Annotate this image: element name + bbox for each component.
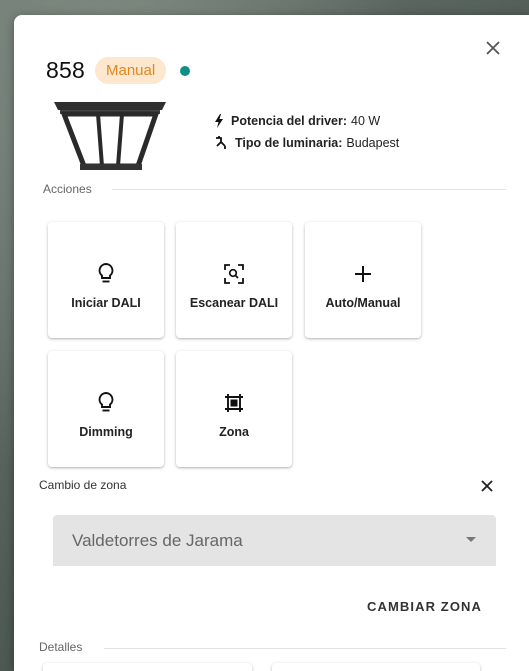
- close-icon[interactable]: [484, 39, 502, 57]
- cambiar-zona-button[interactable]: CAMBIAR ZONA: [367, 599, 482, 614]
- lightbulb-icon: [97, 391, 115, 415]
- spec-driver-power-value: 40 W: [351, 114, 381, 128]
- action-label: Zona: [219, 425, 249, 439]
- status-indicator: [180, 65, 191, 76]
- zone-grid-icon: [224, 391, 244, 415]
- lightbulb-icon: [97, 262, 115, 286]
- action-zona[interactable]: Zona: [176, 351, 292, 467]
- plus-icon: [354, 262, 372, 286]
- bolt-icon: [215, 114, 223, 128]
- action-escanear-dali[interactable]: Escanear DALI: [176, 222, 292, 338]
- luminaire-id: 858: [46, 57, 85, 83]
- zone-select-value: Valdetorres de Jarama: [72, 531, 243, 550]
- action-dimming[interactable]: Dimming: [48, 351, 164, 467]
- actions-section-title: Acciones: [43, 182, 92, 196]
- spec-luminaire-type-value: Budapest: [346, 136, 400, 150]
- mode-badge: Manual: [94, 57, 167, 84]
- luminaire-detail-panel: 858 Manual Potencia del driver: 40 W Tip…: [14, 15, 529, 671]
- action-label: Dimming: [79, 425, 133, 439]
- panel-header: 858 Manual: [46, 57, 191, 84]
- zone-select[interactable]: Valdetorres de Jarama: [53, 515, 496, 566]
- action-label: Escanear DALI: [189, 296, 279, 310]
- actions-divider: [112, 189, 506, 190]
- spec-list: Potencia del driver: 40 W Tipo de lumina…: [214, 110, 399, 154]
- spec-driver-power-label: Potencia del driver:: [231, 114, 348, 128]
- spec-driver-power: Potencia del driver: 40 W: [214, 110, 399, 132]
- lamp-type-icon: [216, 136, 226, 149]
- zone-change-label: Cambio de zona: [39, 478, 127, 492]
- action-label: Auto/Manual: [325, 296, 401, 310]
- spec-luminaire-type-label: Tipo de luminaria:: [235, 136, 343, 150]
- action-iniciar-dali[interactable]: Iniciar DALI: [48, 222, 164, 338]
- details-section-title: Detalles: [39, 640, 83, 654]
- action-label: Iniciar DALI: [71, 296, 141, 310]
- spec-luminaire-type: Tipo de luminaria: Budapest: [214, 132, 399, 154]
- details-divider: [104, 648, 506, 649]
- luminaire-image: [54, 102, 166, 170]
- chevron-down-icon: [466, 537, 476, 542]
- scan-icon: [224, 262, 244, 286]
- details-card: [43, 663, 252, 671]
- details-card: [272, 663, 480, 671]
- action-auto-manual[interactable]: Auto/Manual: [305, 222, 421, 338]
- close-zone-icon[interactable]: [480, 479, 494, 493]
